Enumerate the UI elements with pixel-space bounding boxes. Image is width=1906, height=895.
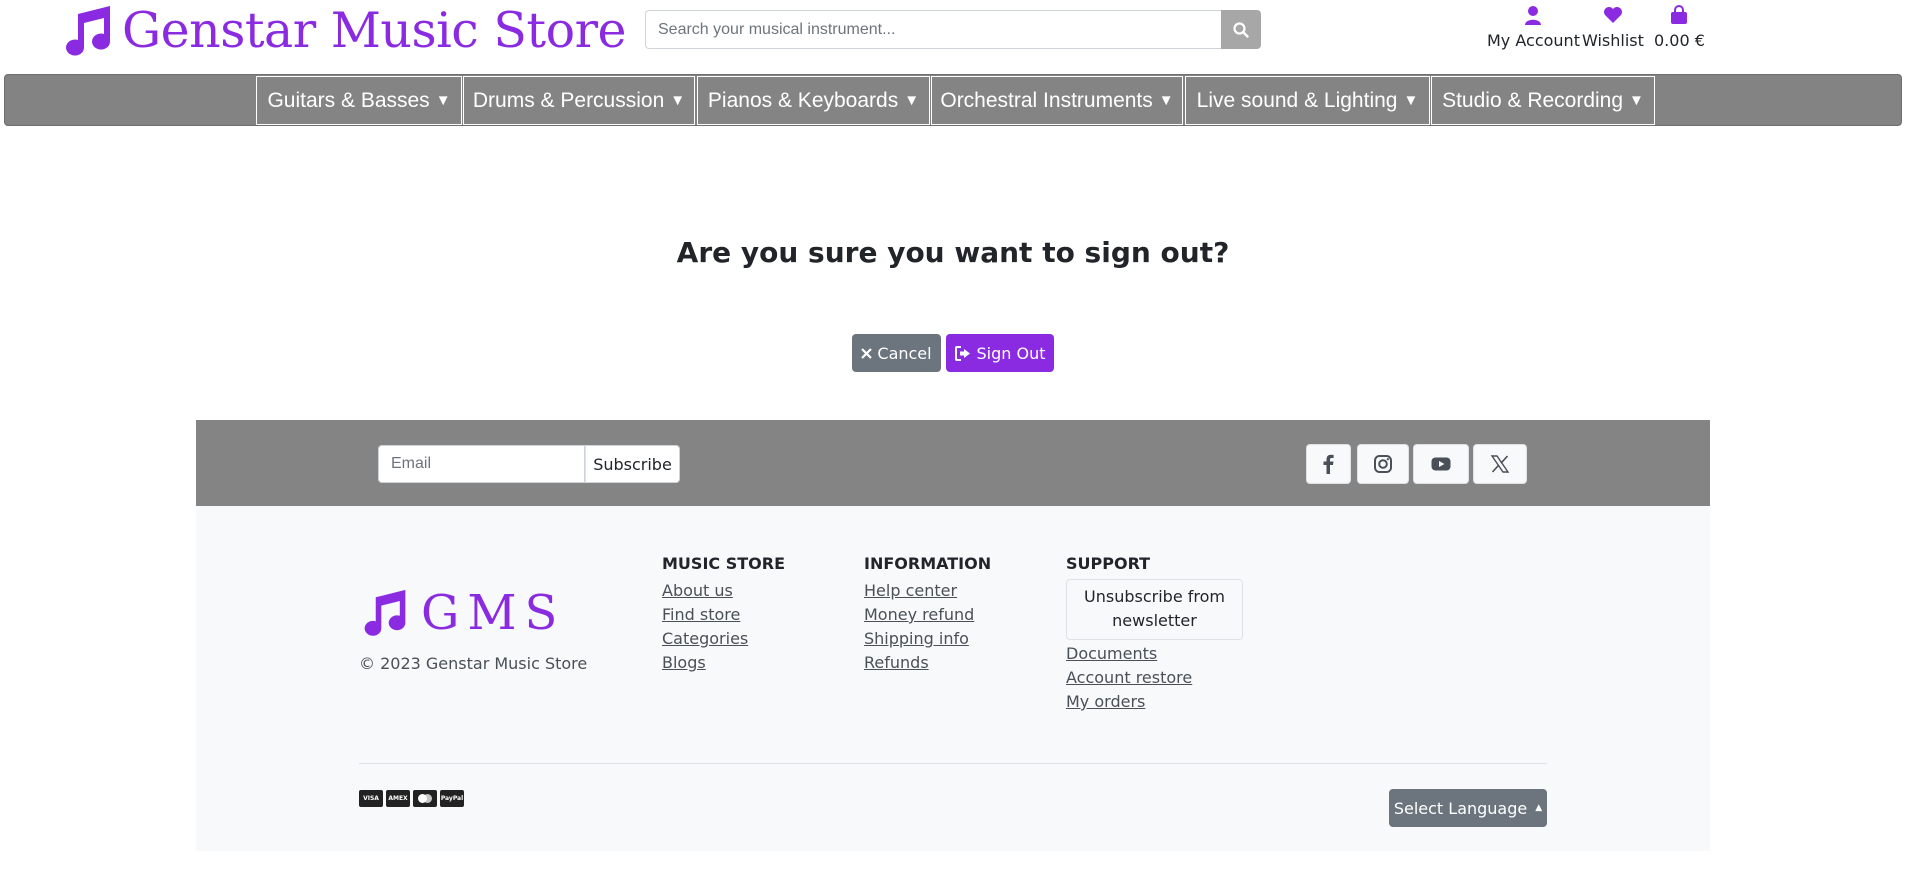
nav-item-drums[interactable]: Drums & Percussion ▼ — [463, 76, 695, 125]
cancel-button[interactable]: Cancel — [852, 334, 941, 372]
nav-item-orchestral[interactable]: Orchestral Instruments ▼ — [931, 76, 1183, 125]
categories-link[interactable]: Categories — [662, 627, 785, 651]
music-note-icon — [66, 6, 110, 56]
payment-methods: VISA AMEX PayPal — [359, 790, 464, 807]
email-field[interactable] — [378, 445, 585, 483]
user-icon — [1525, 6, 1542, 25]
amex-card-icon: AMEX — [386, 790, 410, 807]
find-store-link[interactable]: Find store — [662, 603, 785, 627]
select-language-button[interactable]: Select Language ▲ — [1389, 789, 1547, 827]
paypal-card-icon: PayPal — [440, 790, 464, 807]
caret-down-icon: ▼ — [670, 92, 686, 109]
mastercard-icon — [413, 790, 437, 807]
instagram-button[interactable] — [1357, 444, 1409, 484]
shipping-info-link[interactable]: Shipping info — [864, 627, 991, 651]
nav-item-live-sound[interactable]: Live sound & Lighting ▼ — [1185, 76, 1430, 125]
cart-total: 0.00 € — [1654, 31, 1705, 50]
nav-item-label: Drums & Percussion — [472, 88, 665, 112]
nav-item-label: Guitars & Basses — [267, 88, 430, 112]
shopping-bag-icon — [1671, 5, 1688, 24]
column-heading: SUPPORT — [1066, 554, 1151, 573]
heart-icon — [1603, 7, 1622, 23]
blogs-link[interactable]: Blogs — [662, 651, 785, 675]
caret-down-icon: ▼ — [1629, 92, 1644, 109]
close-icon — [861, 347, 873, 359]
support-column: SUPPORT Unsubscribe from newsletter Docu… — [1066, 554, 1243, 714]
footer-newsletter-band: Subscribe — [196, 420, 1710, 506]
caret-down-icon: ▼ — [904, 92, 920, 109]
wishlist-link[interactable]: Wishlist — [1582, 5, 1644, 50]
subscribe-button[interactable]: Subscribe — [585, 445, 680, 483]
x-twitter-button[interactable] — [1473, 444, 1527, 484]
search-input[interactable] — [645, 10, 1221, 49]
unsubscribe-button[interactable]: Unsubscribe from newsletter — [1066, 579, 1243, 640]
column-heading: INFORMATION — [864, 554, 992, 573]
newsletter-form: Subscribe — [378, 445, 680, 483]
site-footer: GMS © 2023 Genstar Music Store MUSIC STO… — [196, 506, 1710, 851]
help-center-link[interactable]: Help center — [864, 579, 991, 603]
visa-card-icon: VISA — [359, 790, 383, 807]
cancel-label: Cancel — [877, 343, 932, 363]
sign-out-button[interactable]: Sign Out — [946, 334, 1054, 372]
brand-logo[interactable]: Genstar Music Store — [62, 2, 627, 60]
my-account-label: My Account — [1487, 31, 1580, 50]
x-twitter-icon — [1490, 455, 1510, 473]
information-column: INFORMATION Help center Money refund Shi… — [864, 554, 991, 675]
search-button[interactable] — [1221, 10, 1261, 49]
footer-brand-short: GMS — [421, 585, 566, 641]
youtube-icon — [1431, 457, 1451, 471]
copyright-text: © 2023 Genstar Music Store — [359, 654, 588, 673]
footer-divider — [359, 763, 1547, 764]
nav-item-pianos[interactable]: Pianos & Keyboards ▼ — [697, 76, 930, 125]
caret-up-icon: ▲ — [1535, 803, 1543, 813]
brand-name: Genstar Music Store — [122, 2, 627, 59]
caret-down-icon: ▼ — [1403, 92, 1419, 109]
page-title: Are you sure you want to sign out? — [676, 236, 1230, 269]
caret-down-icon: ▼ — [1158, 92, 1174, 109]
my-account-link[interactable]: My Account — [1487, 5, 1580, 50]
footer-logo[interactable]: GMS — [359, 585, 565, 641]
sign-out-icon — [954, 345, 970, 361]
nav-item-label: Studio & Recording — [1442, 88, 1624, 112]
nav-item-guitars[interactable]: Guitars & Basses ▼ — [256, 76, 462, 125]
search-icon — [1233, 21, 1249, 38]
instagram-icon — [1374, 455, 1392, 473]
about-us-link[interactable]: About us — [662, 579, 785, 603]
account-restore-link[interactable]: Account restore — [1066, 666, 1243, 690]
category-nav: Guitars & Basses ▼ Drums & Percussion ▼ Pi… — [4, 74, 1902, 126]
music-store-column: MUSIC STORE About us Find store Categori… — [662, 554, 785, 675]
my-orders-link[interactable]: My orders — [1066, 690, 1243, 714]
facebook-button[interactable] — [1306, 444, 1351, 484]
music-note-icon — [364, 589, 406, 636]
documents-link[interactable]: Documents — [1066, 642, 1243, 666]
sign-out-label: Sign Out — [976, 343, 1046, 363]
youtube-button[interactable] — [1413, 444, 1469, 484]
column-heading: MUSIC STORE — [662, 554, 785, 573]
wishlist-label: Wishlist — [1582, 31, 1644, 50]
caret-down-icon: ▼ — [435, 92, 451, 109]
money-refund-link[interactable]: Money refund — [864, 603, 991, 627]
nav-item-studio[interactable]: Studio & Recording ▼ — [1431, 76, 1655, 125]
nav-item-label: Orchestral Instruments — [940, 88, 1153, 112]
facebook-icon — [1323, 454, 1334, 474]
nav-item-label: Live sound & Lighting — [1196, 88, 1398, 112]
search-bar — [645, 10, 1261, 49]
cart-link[interactable]: 0.00 € — [1654, 5, 1705, 50]
refunds-link[interactable]: Refunds — [864, 651, 991, 675]
nav-item-label: Pianos & Keyboards — [707, 88, 899, 112]
site-header: Genstar Music Store My Account Wishlist … — [0, 0, 1906, 70]
select-language-label: Select Language — [1393, 798, 1528, 818]
